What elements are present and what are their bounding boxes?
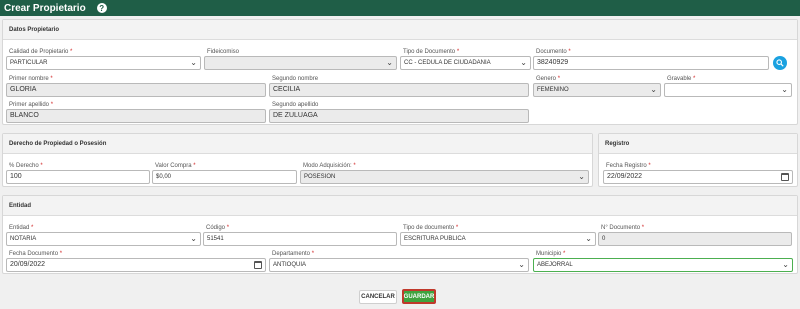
search-icon xyxy=(776,59,784,67)
help-icon[interactable]: ? xyxy=(96,3,107,13)
chevron-down-icon: ⌄ xyxy=(520,58,527,67)
departamento-label: Departamento xyxy=(272,251,311,257)
primer-apellido-label: Primer apellido xyxy=(9,102,50,108)
entidad-label: Entidad xyxy=(9,225,30,231)
municipio-field: Municipio * ABEJORRAL ⌄ xyxy=(533,250,793,272)
porcentaje-input[interactable]: 100 xyxy=(6,170,150,184)
valor-compra-input[interactable]: $0,00 xyxy=(152,170,297,184)
porcentaje-label: % Derecho xyxy=(9,163,39,169)
chevron-down-icon: ⌄ xyxy=(585,234,592,243)
calendar-icon[interactable] xyxy=(254,261,262,269)
municipio-label: Municipio xyxy=(536,251,562,257)
fecha-registro-field: Fecha Registro * 22/09/2022 xyxy=(603,162,793,184)
primer-nombre-label: Primer nombre xyxy=(9,76,49,82)
chevron-down-icon: ⌄ xyxy=(650,85,657,94)
modo-adquisicion-field: Modo Adquisición: * POSESION ⌄ xyxy=(300,162,589,184)
chevron-down-icon: ⌄ xyxy=(190,58,197,67)
municipio-select[interactable]: ABEJORRAL ⌄ xyxy=(533,258,793,272)
numero-documento-field: N° Documento * 0 xyxy=(598,224,792,246)
primer-nombre-input[interactable]: GLORIA xyxy=(6,83,266,97)
genero-select[interactable]: FEMENINO ⌄ xyxy=(533,83,661,97)
documento-field: Documento * 38240929 xyxy=(533,48,769,70)
codigo-field: Código * 51541 xyxy=(203,224,397,246)
valor-compra-field: Valor Compra * $0,00 xyxy=(152,162,297,184)
entidad-select[interactable]: NOTARIA ⌄ xyxy=(6,232,201,246)
tipo-documento-entidad-select[interactable]: ESCRITURA PUBLICA ⌄ xyxy=(400,232,596,246)
porcentaje-field: % Derecho * 100 xyxy=(6,162,150,184)
datos-propietario-card: Datos Propietario Calidad de Propietario… xyxy=(2,19,798,125)
tipo-documento-field: Tipo de Documento * CC - CEDULA DE CIUDA… xyxy=(400,48,531,70)
segundo-nombre-label: Segundo nombre xyxy=(272,76,319,82)
fecha-documento-field: Fecha Documento * 20/09/2022 xyxy=(6,250,266,272)
segundo-apellido-input[interactable]: DE ZULUAGA xyxy=(269,109,529,123)
fideicomiso-select[interactable]: ⌄ xyxy=(204,56,397,70)
segundo-nombre-field: Segundo nombre CECILIA xyxy=(269,75,529,97)
chevron-down-icon: ⌄ xyxy=(578,172,585,181)
tipo-documento-select[interactable]: CC - CEDULA DE CIUDADANIA ⌄ xyxy=(400,56,531,70)
fecha-documento-label: Fecha Documento xyxy=(9,251,59,257)
departamento-field: Departamento * ANTIOQUIA ⌄ xyxy=(269,250,529,272)
segundo-nombre-input[interactable]: CECILIA xyxy=(269,83,529,97)
entidad-header: Entidad xyxy=(3,196,797,216)
calendar-icon[interactable] xyxy=(781,173,789,181)
entidad-field: Entidad * NOTARIA ⌄ xyxy=(6,224,201,246)
derecho-header: Derecho de Propiedad o Posesión xyxy=(3,134,592,154)
entidad-card: Entidad Entidad * NOTARIA ⌄ Código * 5154… xyxy=(2,195,798,274)
modo-adquisicion-label: Modo Adquisición: xyxy=(303,163,352,169)
tipo-documento-entidad-field: Tipo de documento * ESCRITURA PUBLICA ⌄ xyxy=(400,224,596,246)
codigo-input[interactable]: 51541 xyxy=(203,232,397,246)
primer-nombre-field: Primer nombre * GLORIA xyxy=(6,75,266,97)
fecha-registro-input[interactable]: 22/09/2022 xyxy=(603,170,793,184)
segundo-apellido-label: Segundo apellido xyxy=(272,102,319,108)
search-button[interactable] xyxy=(773,56,787,70)
window-title: Crear Propietario xyxy=(4,2,86,14)
genero-field: Genero * FEMENINO ⌄ xyxy=(533,75,661,97)
chevron-down-icon: ⌄ xyxy=(518,260,525,269)
primer-apellido-input[interactable]: BLANCO xyxy=(6,109,266,123)
fideicomiso-field: Fideicomiso ⌄ xyxy=(204,48,397,70)
fideicomiso-label: Fideicomiso xyxy=(207,49,240,55)
primer-apellido-field: Primer apellido * BLANCO xyxy=(6,101,266,123)
derecho-card: Derecho de Propiedad o Posesión % Derech… xyxy=(2,133,593,187)
documento-label: Documento xyxy=(536,49,567,55)
chevron-down-icon: ⌄ xyxy=(386,58,393,67)
chevron-down-icon: ⌄ xyxy=(781,85,788,94)
codigo-label: Código xyxy=(206,225,226,231)
fecha-registro-label: Fecha Registro xyxy=(606,163,647,169)
registro-header: Registro xyxy=(599,134,797,154)
fecha-documento-input[interactable]: 20/09/2022 xyxy=(6,258,266,272)
chevron-down-icon: ⌄ xyxy=(782,260,789,269)
calidad-propietario-field: Calidad de Propietario * PARTICULAR ⌄ xyxy=(6,48,201,70)
window-titlebar: Crear Propietario ? xyxy=(0,0,800,16)
registro-card: Registro Fecha Registro * 22/09/2022 xyxy=(598,133,798,187)
departamento-select[interactable]: ANTIOQUIA ⌄ xyxy=(269,258,529,272)
valor-compra-label: Valor Compra xyxy=(155,163,192,169)
tipo-documento-entidad-label: Tipo de documento xyxy=(403,225,455,231)
calidad-propietario-select[interactable]: PARTICULAR ⌄ xyxy=(6,56,201,70)
chevron-down-icon: ⌄ xyxy=(190,234,197,243)
gravable-select[interactable]: ⌄ xyxy=(664,83,792,97)
save-button[interactable]: GUARDAR xyxy=(402,289,436,304)
modo-adquisicion-select[interactable]: POSESION ⌄ xyxy=(300,170,589,184)
numero-documento-input[interactable]: 0 xyxy=(598,232,792,246)
cancel-button[interactable]: CANCELAR xyxy=(359,290,397,304)
documento-input[interactable]: 38240929 xyxy=(533,56,769,70)
tipo-documento-label: Tipo de Documento xyxy=(403,49,456,55)
genero-label: Genero xyxy=(536,76,557,82)
numero-documento-label: N° Documento xyxy=(601,225,641,231)
segundo-apellido-field: Segundo apellido DE ZULUAGA xyxy=(269,101,529,123)
datos-propietario-header: Datos Propietario xyxy=(3,20,797,40)
calidad-label: Calidad de Propietario xyxy=(9,49,69,55)
gravable-field: Gravable * ⌄ xyxy=(664,75,792,97)
gravable-label: Gravable xyxy=(667,76,692,82)
